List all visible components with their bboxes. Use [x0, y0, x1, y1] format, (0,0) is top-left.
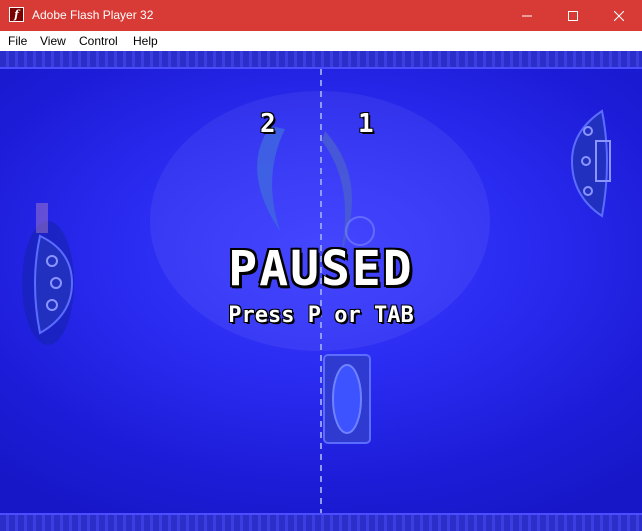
menu-bar: File View Control Help	[0, 31, 642, 52]
menu-view[interactable]: View	[40, 33, 66, 49]
center-block	[323, 354, 371, 444]
close-icon	[614, 10, 624, 21]
score-right: 1	[358, 109, 374, 139]
left-crescent	[257, 126, 285, 231]
menu-file[interactable]: File	[8, 33, 27, 49]
maximize-button[interactable]	[550, 0, 596, 31]
minimize-button[interactable]	[504, 0, 550, 31]
menu-help[interactable]: Help	[133, 33, 158, 49]
close-button[interactable]	[596, 0, 642, 31]
window-title: Adobe Flash Player 32	[32, 8, 154, 22]
title-bar: f Adobe Flash Player 32	[0, 0, 642, 31]
minimize-icon	[522, 15, 532, 16]
maximize-icon	[568, 10, 578, 21]
flash-player-icon: f	[9, 7, 24, 22]
score-left: 2	[260, 109, 276, 139]
right-paddle	[570, 109, 611, 218]
menu-control[interactable]: Control	[79, 33, 118, 49]
pause-hint: Press P or TAB	[228, 303, 414, 328]
game-canvas[interactable]: 2 1 PAUSED Press P or TAB	[0, 51, 642, 531]
paused-title: PAUSED	[228, 241, 414, 297]
